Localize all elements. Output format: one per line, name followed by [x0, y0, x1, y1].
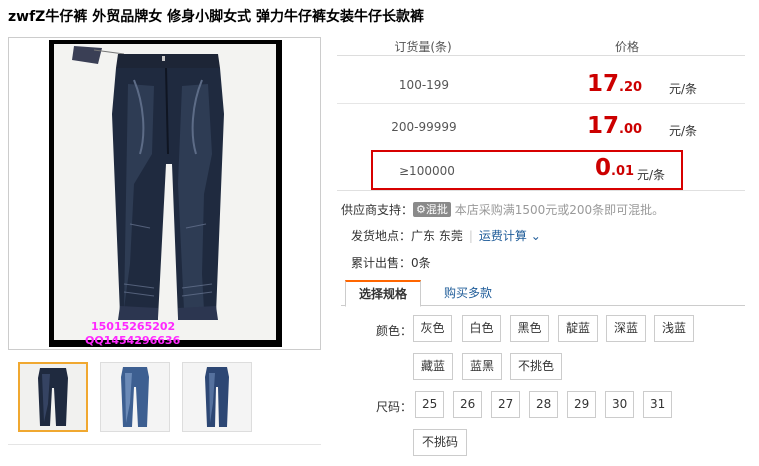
size-option[interactable]: 28 — [529, 391, 558, 418]
shipping-info: 发货地点：广东 东莞 | 运费计算 ⌄ — [351, 227, 541, 244]
divider: | — [468, 229, 473, 243]
size-option[interactable]: 不挑码 — [413, 429, 467, 456]
shipping-label: 发货地点： — [351, 229, 412, 243]
price-table-header: 订货量(条) 价格 — [337, 34, 745, 56]
tier-price: 0.01 — [595, 155, 635, 181]
tier-unit: 元/条 — [669, 82, 698, 96]
shipping-location: 广东 东莞 — [411, 229, 463, 243]
size-option[interactable]: 29 — [567, 391, 596, 418]
size-option[interactable]: 26 — [453, 391, 482, 418]
tier-price: 17.20 — [587, 71, 643, 97]
size-option[interactable]: 25 — [415, 391, 444, 418]
supplier-support: 供应商支持： ⚙混批 本店采购满1500元或200条即可混批。 — [341, 201, 664, 218]
supplier-label: 供应商支持： — [341, 203, 414, 217]
color-option[interactable]: 不挑色 — [510, 353, 562, 380]
size-option[interactable]: 31 — [643, 391, 672, 418]
sold-value: 0条 — [411, 256, 431, 270]
thumb-jeans-black-icon — [20, 364, 86, 430]
thumbnail-3[interactable] — [182, 362, 252, 432]
jeans-illustration — [72, 46, 224, 320]
size-label: 尺码： — [376, 400, 413, 414]
size-option[interactable]: 30 — [605, 391, 634, 418]
main-image-frame: 15015265202 QQ1454296636 — [8, 37, 321, 350]
supplier-note: 本店采购满1500元或200条即可混批。 — [454, 203, 665, 217]
tier-unit: 元/条 — [669, 124, 698, 138]
color-option[interactable]: 灰色 — [413, 315, 452, 342]
tier-price: 17.00 — [587, 113, 643, 139]
thumbnail-2[interactable] — [100, 362, 170, 432]
tier-range: 100-199 — [398, 78, 450, 92]
color-option[interactable]: 靛蓝 — [558, 315, 598, 342]
watermark-qq: QQ1454296636 — [85, 334, 181, 347]
color-option[interactable]: 藏蓝 — [413, 353, 453, 380]
sold-info: 累计出售：0条 — [351, 254, 431, 271]
watermark-phone: 15015265202 — [91, 320, 176, 333]
color-option[interactable]: 黑色 — [510, 315, 549, 342]
price-tier-1: 100-199 17.20 元/条 — [337, 68, 745, 104]
price-header: 价格 — [614, 40, 639, 54]
tier-unit: 元/条 — [637, 168, 666, 182]
thumb-jeans-blue-icon — [101, 363, 169, 431]
gallery-divider — [8, 444, 321, 445]
color-option[interactable]: 蓝黑 — [462, 353, 502, 380]
color-label: 颜色： — [376, 324, 413, 338]
size-option[interactable]: 27 — [491, 391, 520, 418]
freight-calc-link[interactable]: 运费计算 — [479, 229, 527, 243]
gear-icon: ⚙ — [416, 203, 426, 216]
color-option[interactable]: 浅蓝 — [654, 315, 694, 342]
tab-select-spec[interactable]: 选择规格 — [345, 280, 421, 307]
qty-header: 订货量(条) — [394, 40, 452, 54]
mixed-batch-badge: ⚙混批 — [413, 202, 451, 217]
main-product-image[interactable] — [49, 40, 282, 347]
color-option[interactable]: 深蓝 — [606, 315, 646, 342]
tier-range: ≥100000 — [399, 164, 455, 178]
tab-buy-multiple[interactable]: 购买多款 — [433, 280, 503, 307]
price-table-bottom-line — [337, 190, 745, 191]
price-tier-2: 200-99999 17.00 元/条 — [337, 110, 745, 146]
color-option[interactable]: 白色 — [462, 315, 501, 342]
sold-label: 累计出售： — [351, 256, 412, 270]
spec-tabs: 选择规格 购买多款 — [341, 280, 745, 307]
tier-range: 200-99999 — [391, 120, 457, 134]
thumbnail-1[interactable] — [18, 362, 88, 432]
price-tier-highlight: ≥100000 0.01 元/条 — [371, 150, 683, 190]
thumb-jeans-mid-icon — [183, 363, 251, 431]
product-title: zwfZ牛仔裤 外贸品牌女 修身小脚女式 弹力牛仔裤女装牛仔长款裤 — [8, 9, 424, 25]
chevron-down-icon[interactable]: ⌄ — [531, 229, 541, 243]
